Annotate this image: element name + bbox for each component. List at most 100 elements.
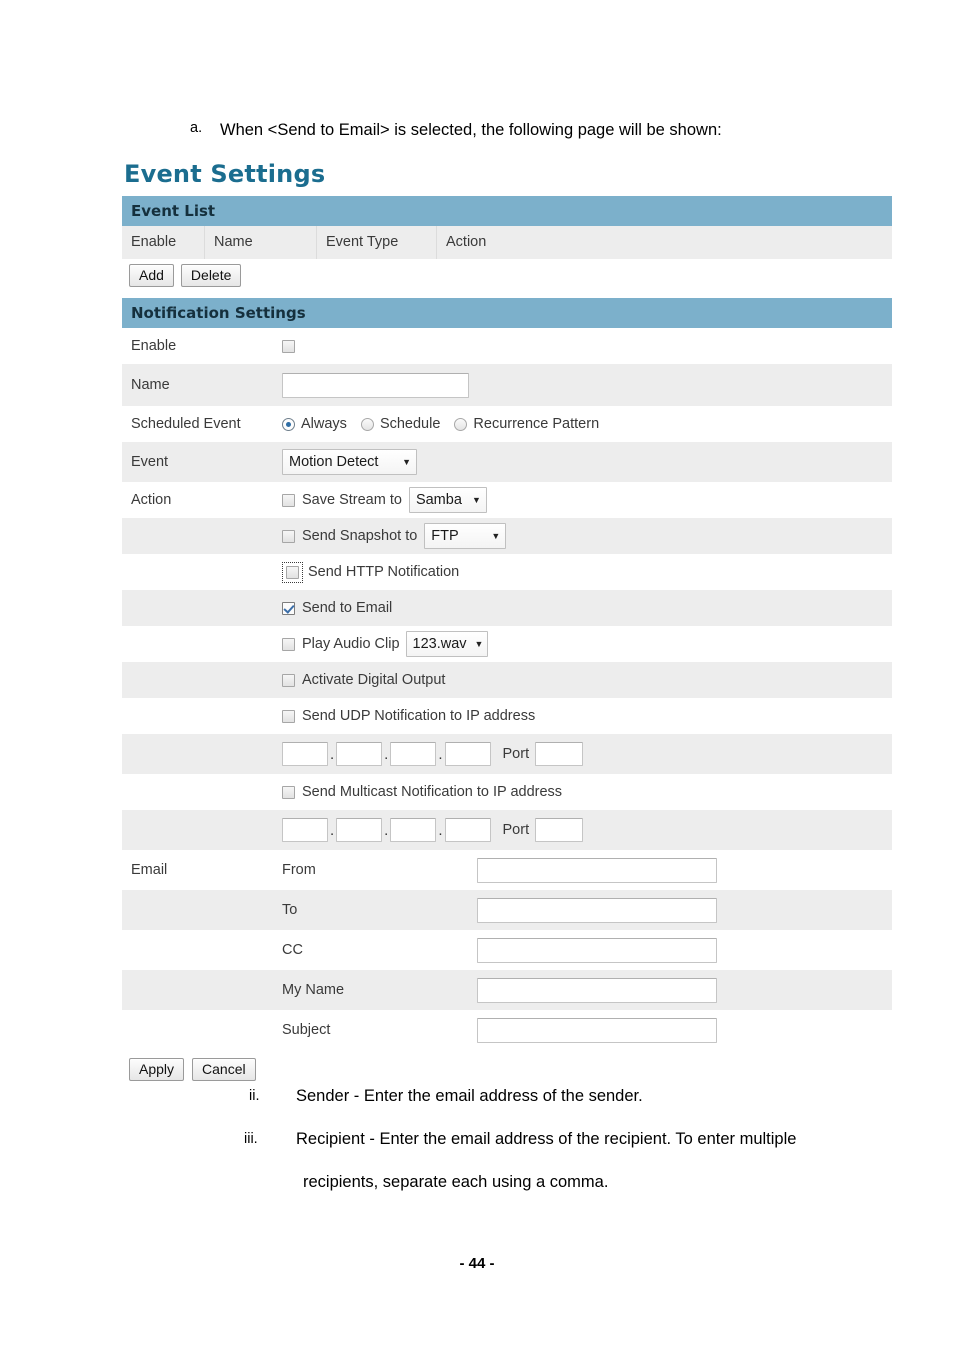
event-settings-panel: Event Settings Event List Enable Name Ev…	[122, 160, 892, 1087]
send-to-email-checkbox[interactable]	[282, 601, 295, 615]
send-snapshot-target-value: FTP	[431, 528, 459, 544]
ip-separator-dot: .	[330, 821, 335, 839]
row-action-send-http: Send HTTP Notification	[122, 554, 892, 590]
ip-separator-dot: .	[438, 745, 443, 763]
label-action: Action	[131, 492, 172, 508]
send-udp-notification-checkbox[interactable]	[282, 709, 295, 723]
radio-always[interactable]	[282, 417, 295, 431]
multicast-ip-octet-3[interactable]	[390, 818, 437, 842]
label-email-from: From	[282, 862, 316, 878]
row-udp-ip-address: . . . Port	[122, 734, 892, 774]
label-email-my-name: My Name	[282, 982, 345, 998]
row-email-cc: CC	[122, 930, 892, 970]
multicast-port-label: Port	[502, 822, 530, 838]
row-name: Name	[122, 364, 892, 406]
radio-label-schedule: Schedule	[379, 416, 441, 432]
send-snapshot-checkbox[interactable]	[282, 529, 295, 543]
save-stream-target-value: Samba	[415, 492, 462, 508]
row-action-send-udp: Send UDP Notification to IP address	[122, 698, 892, 734]
audio-clip-dropdown[interactable]: 123.wav ▼	[405, 631, 488, 657]
send-snapshot-target-dropdown[interactable]: FTP ▼	[424, 523, 507, 549]
udp-port-input[interactable]	[535, 742, 584, 766]
chevron-down-icon: ▼	[402, 456, 411, 467]
save-stream-target-dropdown[interactable]: Samba ▼	[408, 487, 487, 513]
row-action-digital-output: Activate Digital Output	[122, 662, 892, 698]
event-list-toolbar: Add Delete	[122, 259, 892, 292]
note-marker-ii: ii.	[249, 1088, 260, 1104]
chevron-down-icon: ▼	[491, 530, 501, 541]
multicast-port-input[interactable]	[535, 818, 584, 842]
ip-separator-dot: .	[384, 745, 389, 763]
row-action-send-email: Send to Email	[122, 590, 892, 626]
udp-ip-octet-1[interactable]	[282, 742, 328, 766]
udp-ip-octet-2[interactable]	[336, 742, 383, 766]
column-header-name: Name	[204, 226, 316, 259]
send-http-notification-checkbox[interactable]	[286, 565, 299, 579]
note-text-ii: Sender - Enter the email address of the …	[296, 1087, 643, 1105]
send-udp-notification-label: Send UDP Notification to IP address	[302, 708, 536, 724]
page-title: Event Settings	[124, 160, 326, 188]
row-scheduled-event: Scheduled Event Always Schedule Recurren…	[122, 406, 892, 442]
name-input[interactable]	[282, 372, 469, 398]
send-multicast-notification-checkbox[interactable]	[282, 785, 295, 799]
email-cc-input[interactable]	[477, 937, 717, 963]
radio-recurrence-pattern[interactable]	[454, 417, 468, 431]
email-subject-input[interactable]	[477, 1017, 717, 1043]
row-email-my-name: My Name	[122, 970, 892, 1010]
email-from-input[interactable]	[477, 857, 717, 883]
row-enable: Enable	[122, 328, 892, 364]
label-event: Event	[131, 454, 169, 470]
activate-digital-output-label: Activate Digital Output	[302, 672, 446, 688]
send-multicast-notification-label: Send Multicast Notification to IP addres…	[302, 784, 563, 800]
row-action-play-audio: Play Audio Clip 123.wav ▼	[122, 626, 892, 662]
label-email-cc: CC	[282, 942, 303, 958]
udp-ip-octet-3[interactable]	[390, 742, 437, 766]
label-scheduled-event: Scheduled Event	[131, 416, 241, 432]
send-snapshot-label: Send Snapshot to	[302, 528, 418, 544]
label-email: Email	[131, 862, 168, 878]
audio-clip-value: 123.wav	[412, 636, 467, 652]
save-stream-checkbox[interactable]	[282, 493, 295, 507]
event-type-dropdown[interactable]: Motion Detect ▼	[282, 449, 417, 475]
page-number: - 44 -	[459, 1255, 495, 1272]
label-name: Name	[131, 377, 170, 393]
send-http-focus-ring	[282, 561, 303, 583]
note-marker-iii: iii.	[244, 1131, 258, 1147]
add-button[interactable]: Add	[129, 263, 174, 287]
label-email-to: To	[282, 902, 298, 918]
send-to-email-label: Send to Email	[302, 600, 393, 616]
ip-separator-dot: .	[384, 821, 389, 839]
email-to-input[interactable]	[477, 897, 717, 923]
play-audio-clip-checkbox[interactable]	[282, 637, 295, 651]
email-my-name-input[interactable]	[477, 977, 717, 1003]
delete-button[interactable]: Delete	[180, 263, 242, 287]
row-action-send-snapshot: Send Snapshot to FTP ▼	[122, 518, 892, 554]
event-list-header-bar: Event List	[122, 196, 892, 226]
ip-separator-dot: .	[330, 745, 335, 763]
radio-label-always: Always	[301, 416, 347, 432]
save-stream-label: Save Stream to	[302, 492, 402, 508]
ip-separator-dot: .	[438, 821, 443, 839]
row-email-to: To	[122, 890, 892, 930]
intro-list-marker: a.	[190, 120, 203, 136]
udp-port-label: Port	[502, 746, 530, 762]
column-header-enable: Enable	[131, 234, 177, 250]
play-audio-clip-label: Play Audio Clip	[302, 636, 400, 652]
activate-digital-output-checkbox[interactable]	[282, 673, 295, 687]
row-email-subject: Subject	[122, 1010, 892, 1050]
notification-settings-header-bar: Notification Settings	[122, 298, 892, 328]
udp-ip-octet-4[interactable]	[444, 742, 491, 766]
label-email-subject: Subject	[282, 1022, 331, 1038]
radio-schedule[interactable]	[360, 417, 374, 431]
multicast-ip-octet-1[interactable]	[282, 818, 328, 842]
apply-button[interactable]: Apply	[129, 1058, 185, 1081]
note-text-iii-line-2: recipients, separate each using a comma.	[303, 1173, 609, 1191]
intro-paragraph: When <Send to Email> is selected, the fo…	[220, 121, 722, 139]
cancel-button[interactable]: Cancel	[192, 1058, 256, 1081]
multicast-ip-octet-4[interactable]	[444, 818, 491, 842]
enable-checkbox[interactable]	[282, 339, 295, 353]
chevron-down-icon: ▼	[472, 494, 481, 505]
multicast-ip-octet-2[interactable]	[336, 818, 383, 842]
row-action-send-multicast: Send Multicast Notification to IP addres…	[122, 774, 892, 810]
label-enable: Enable	[131, 338, 177, 354]
